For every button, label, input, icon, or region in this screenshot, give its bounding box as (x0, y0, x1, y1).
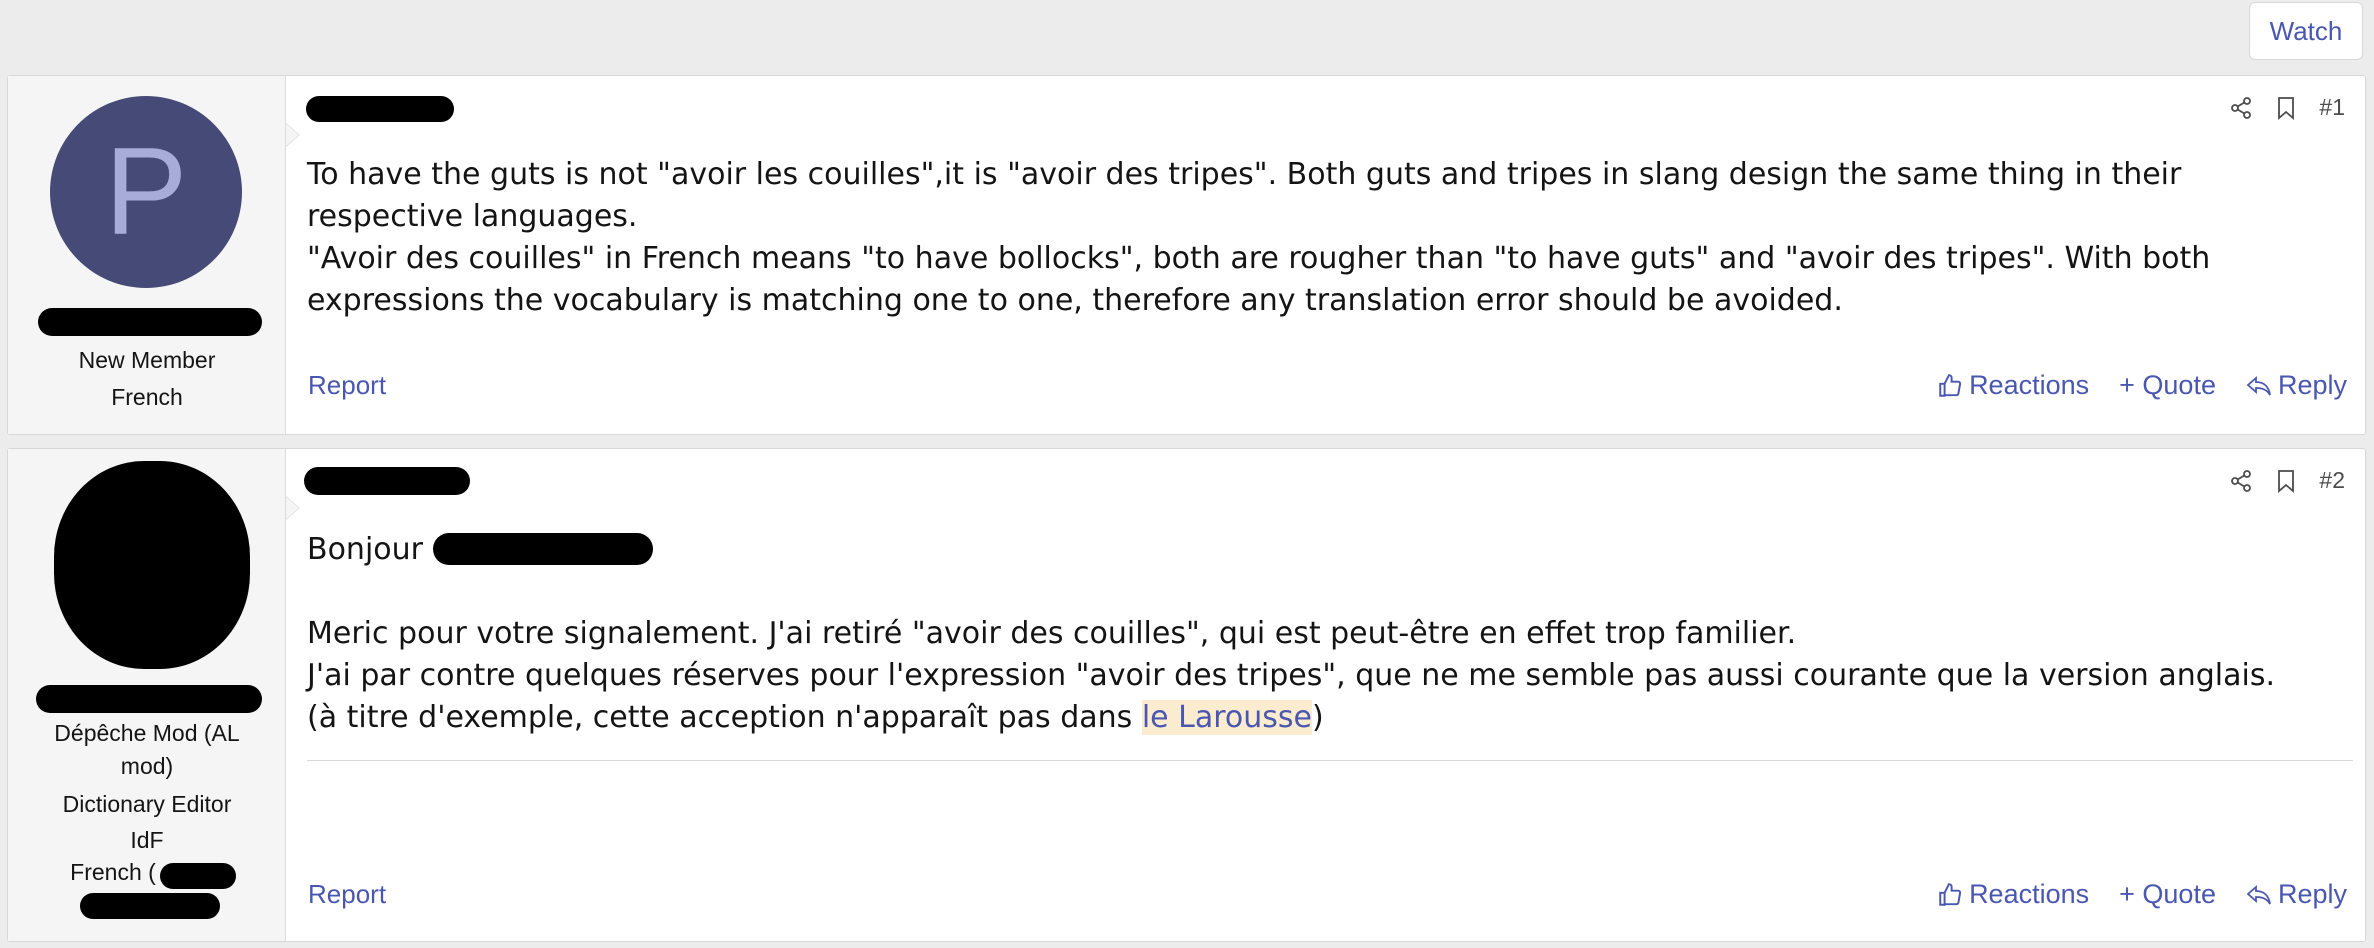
redacted-username (36, 685, 262, 713)
share-icon[interactable] (2229, 96, 2253, 120)
watch-button[interactable]: Watch (2249, 2, 2363, 60)
user-location: IdF (130, 827, 164, 853)
bookmark-icon[interactable] (2275, 469, 2297, 493)
post-actions: Reactions + Quote Reply (1937, 370, 2347, 401)
report-link[interactable]: Report (308, 879, 386, 910)
user-title: Dépêche Mod (AL mod) (54, 720, 240, 779)
quote-label: + Quote (2119, 370, 2216, 400)
post-1: P New Member French #1 To have the guts … (7, 75, 2366, 435)
redacted-language-note (160, 863, 236, 889)
line3-prefix: (à titre d'exemple, cette acception n'ap… (307, 700, 1142, 735)
redacted-author-date (304, 467, 470, 495)
avatar[interactable]: P (50, 96, 242, 288)
redacted-username (38, 308, 262, 336)
line3-suffix: ) (1312, 700, 1324, 735)
redacted-extra (80, 893, 220, 919)
post-body: To have the guts is not "avoir les couil… (307, 154, 2325, 322)
reply-icon (2246, 883, 2272, 907)
post-paragraph: J'ai par contre quelques réserves pour l… (307, 658, 2276, 693)
greeting: Bonjour (307, 532, 423, 567)
redacted-author-date (306, 96, 454, 122)
quote-button[interactable]: + Quote (2119, 879, 2216, 910)
user-cell: P New Member French (8, 76, 286, 434)
reply-label: Reply (2277, 370, 2347, 400)
reactions-button[interactable]: Reactions (1937, 370, 2089, 401)
greeting-line: Bonjour (307, 529, 2325, 571)
reactions-label: Reactions (1969, 879, 2090, 909)
reactions-label: Reactions (1969, 370, 2090, 400)
avatar[interactable] (54, 461, 250, 669)
post-body: Bonjour Meric pour votre signalement. J'… (307, 529, 2325, 739)
avatar-letter: P (104, 123, 188, 261)
post-number[interactable]: #1 (2319, 94, 2345, 121)
user-cell: Dépêche Mod (AL mod) Dictionary Editor I… (8, 449, 286, 941)
bookmark-icon[interactable] (2275, 96, 2297, 120)
post-paragraph: Meric pour votre signalement. J'ai retir… (307, 616, 1797, 651)
post-meta: #1 (2229, 94, 2345, 121)
share-icon[interactable] (2229, 469, 2253, 493)
report-link[interactable]: Report (308, 370, 386, 401)
quote-button[interactable]: + Quote (2119, 370, 2216, 401)
post-paragraph: "Avoir des couilles" in French means "to… (307, 241, 2211, 318)
thumbs-up-icon (1937, 882, 1963, 908)
post-paragraph: To have the guts is not "avoir les couil… (307, 157, 2182, 234)
reply-icon (2246, 374, 2272, 398)
post-meta: #2 (2229, 467, 2345, 494)
reply-button[interactable]: Reply (2246, 879, 2347, 910)
post-actions: Reactions + Quote Reply (1937, 879, 2347, 910)
reactions-button[interactable]: Reactions (1937, 879, 2089, 910)
post-paragraph: (à titre d'exemple, cette acception n'ap… (307, 697, 2325, 739)
post-2: Dépêche Mod (AL mod) Dictionary Editor I… (7, 448, 2366, 942)
larousse-link[interactable]: le Larousse (1141, 700, 1312, 735)
reply-button[interactable]: Reply (2246, 370, 2347, 401)
user-role: Dictionary Editor (62, 791, 232, 817)
user-title: New Member (78, 347, 216, 373)
redacted-recipient (432, 533, 653, 565)
post-number[interactable]: #2 (2319, 467, 2345, 494)
thumbs-up-icon (1937, 373, 1963, 399)
reply-label: Reply (2277, 879, 2347, 909)
quote-label: + Quote (2119, 879, 2216, 909)
signature-divider (307, 760, 2353, 761)
user-location: French (111, 384, 183, 410)
